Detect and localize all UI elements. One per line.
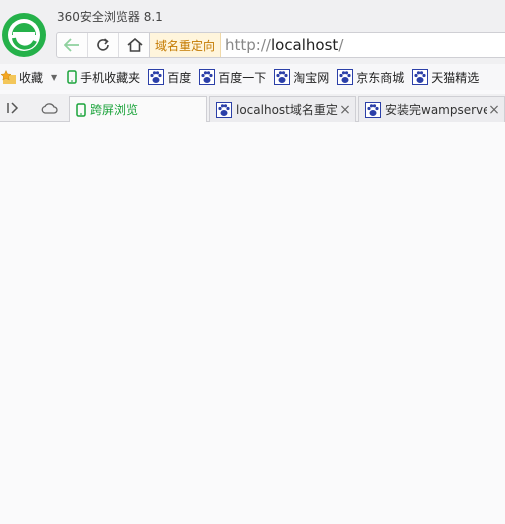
url-text[interactable]: http://localhost/	[221, 36, 343, 54]
browser-logo-icon	[0, 8, 48, 60]
baidu-paw-icon	[199, 69, 216, 85]
baidu-paw-icon	[216, 101, 232, 118]
bookmark-bar: 收藏 ▼ 手机收藏夹 百度 百度一下 淘宝网 京东商城 天猫精选	[0, 64, 505, 90]
baidu-paw-icon	[365, 101, 381, 118]
close-icon[interactable]: ×	[338, 102, 352, 118]
tab-label: 跨屏浏览	[90, 103, 139, 117]
cloud-icon	[40, 99, 58, 118]
title-bar: 360安全浏览器 8.1 域名重定向 http://localhost/	[0, 0, 505, 64]
close-icon[interactable]: ×	[487, 102, 501, 118]
bookmark-label: 淘宝网	[293, 70, 330, 85]
phone-icon	[76, 102, 86, 117]
bookmark-label: 京东商城	[356, 70, 405, 85]
url-scheme: http://	[225, 36, 271, 54]
bookmark-label: 天猫精选	[431, 70, 480, 85]
phone-icon	[67, 70, 77, 84]
refresh-button[interactable]	[88, 33, 119, 57]
cloud-sync-button[interactable]	[38, 98, 60, 118]
bookmark-item[interactable]: 百度	[148, 67, 191, 87]
back-arrow-icon	[64, 38, 80, 52]
back-button[interactable]	[57, 33, 88, 57]
navigation-buttons	[56, 32, 151, 58]
baidu-paw-icon	[412, 69, 429, 85]
bookmark-item[interactable]: 京东商城	[337, 67, 404, 87]
favorites-label: 收藏	[19, 70, 44, 85]
sidebar-toggle-icon	[6, 99, 20, 118]
baidu-paw-icon	[148, 69, 165, 85]
tab-label: localhost域名重定向	[236, 103, 338, 117]
bookmark-label: 百度一下	[218, 70, 267, 85]
domain-redirect-badge[interactable]: 域名重定向	[150, 33, 222, 57]
baidu-paw-icon	[337, 69, 354, 85]
url-host: localhost	[270, 36, 339, 54]
refresh-icon	[96, 38, 110, 52]
app-title: 360安全浏览器 8.1	[57, 10, 163, 24]
tab-localhost-redirect[interactable]: localhost域名重定向 ×	[209, 96, 356, 122]
page-content	[0, 122, 505, 524]
browser-window: 360安全浏览器 8.1 域名重定向 http://localhost/ 收藏 …	[0, 0, 505, 524]
address-bar[interactable]: 域名重定向 http://localhost/	[149, 32, 505, 58]
bookmark-item[interactable]: 天猫精选	[412, 67, 479, 87]
home-button[interactable]	[119, 33, 150, 57]
url-path: /	[338, 36, 344, 54]
chevron-down-icon: ▼	[51, 72, 58, 82]
bookmark-item[interactable]: 淘宝网	[274, 67, 329, 87]
tab-wampserver[interactable]: 安装完wampserver ×	[358, 96, 505, 122]
home-icon	[126, 38, 143, 52]
favorites-menu[interactable]: 收藏 ▼	[0, 67, 57, 87]
bookmark-label: 百度	[167, 70, 192, 85]
bookmark-item[interactable]: 手机收藏夹	[67, 67, 140, 87]
bookmark-item[interactable]: 百度一下	[199, 67, 266, 87]
sidebar-toggle-button[interactable]	[2, 98, 24, 118]
baidu-paw-icon	[274, 69, 291, 85]
tab-label: 安装完wampserver	[385, 103, 487, 117]
star-folder-icon	[0, 70, 16, 84]
tab-cross-screen[interactable]: 跨屏浏览	[69, 96, 207, 122]
bookmark-label: 手机收藏夹	[80, 70, 141, 85]
tab-strip: 跨屏浏览 localhost域名重定向 × 安装完wampserver ×	[0, 94, 505, 122]
